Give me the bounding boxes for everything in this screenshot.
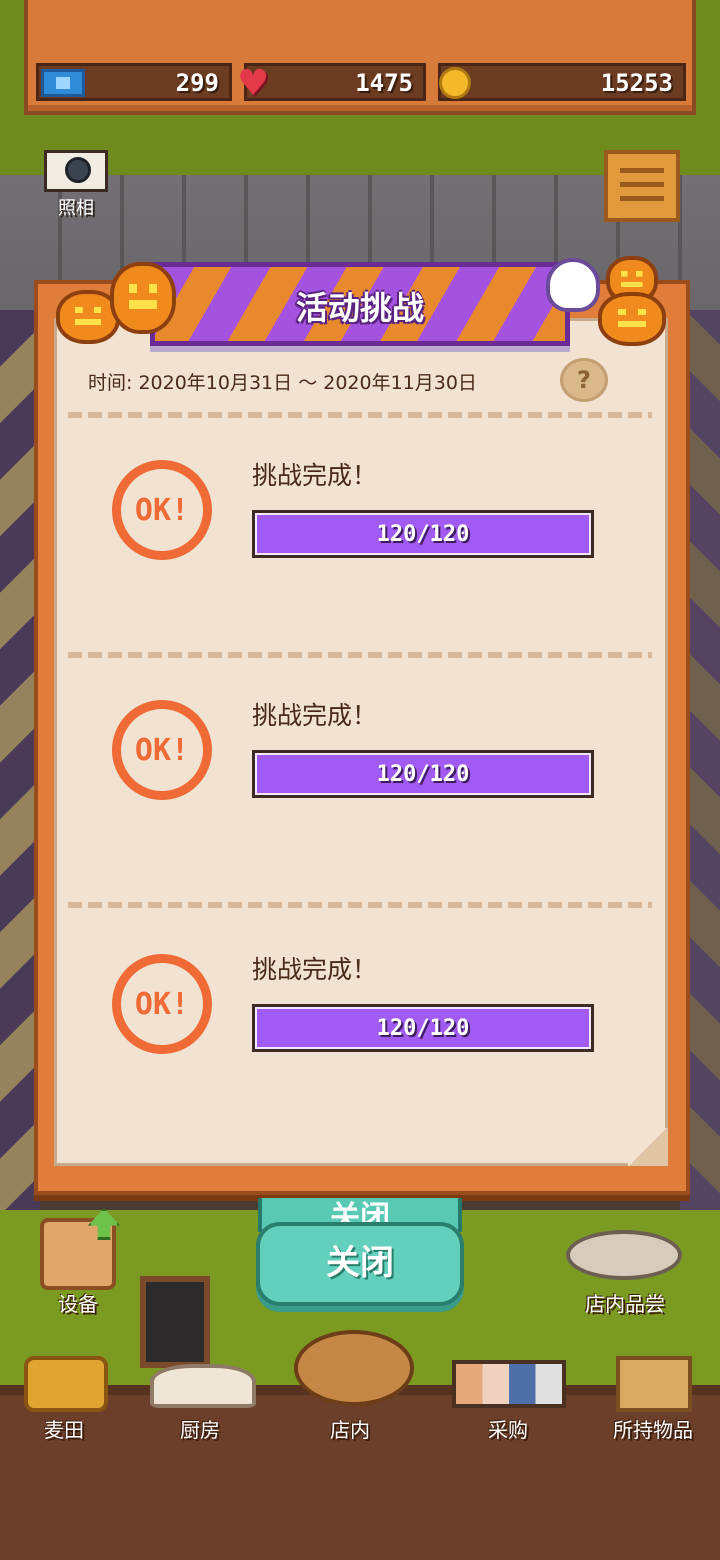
- ok-stamp-icon: OK!: [112, 700, 212, 800]
- inventory-button[interactable]: [616, 1356, 692, 1412]
- coin-counter[interactable]: 15253: [438, 63, 686, 101]
- inventory-label: 所持物品: [613, 1418, 693, 1442]
- close-button[interactable]: 关闭: [256, 1222, 464, 1306]
- coin-icon: [439, 67, 471, 99]
- event-date-range: 时间: 2020年10月31日 ～ 2020年11月30日: [88, 372, 477, 394]
- purchase-label: 采购: [488, 1418, 528, 1442]
- menu-blackboard[interactable]: [140, 1276, 210, 1368]
- store-label: 店内: [330, 1418, 370, 1442]
- heart-counter[interactable]: ♥ 1475: [237, 63, 426, 104]
- divider: [68, 652, 652, 658]
- challenge-status: 挑战完成！: [252, 461, 378, 490]
- kitchen-button[interactable]: [150, 1364, 256, 1408]
- divider: [68, 902, 652, 908]
- dialog-title-banner: 活动挑战: [150, 262, 570, 346]
- newspaper-icon: [620, 168, 664, 173]
- challenge-status: 挑战完成！: [252, 955, 378, 984]
- challenge-progress-bar: 120/120: [252, 510, 594, 558]
- divider: [68, 412, 652, 418]
- camera-lens: [65, 157, 91, 183]
- newspaper-line: [620, 196, 664, 201]
- equipment-label-wrap: 设备: [30, 1288, 126, 1318]
- ticket-icon: [41, 69, 85, 97]
- kitchen-label-wrap: 厨房: [150, 1414, 250, 1444]
- challenge-item: OK! 挑战完成！ 120/120: [100, 700, 600, 820]
- purchase-label-wrap: 采购: [458, 1414, 558, 1444]
- help-icon[interactable]: ?: [560, 358, 608, 402]
- tasting-button[interactable]: [566, 1230, 682, 1280]
- pumpkin-decoration: [110, 262, 176, 334]
- camera-button[interactable]: 照相: [42, 148, 110, 220]
- wheat-field-label-wrap: 麦田: [14, 1414, 114, 1444]
- challenge-item: OK! 挑战完成！ 120/120: [100, 954, 600, 1074]
- challenge-progress-fill: 120/120: [255, 1007, 591, 1049]
- camera-label: 照相: [58, 198, 94, 219]
- challenge-status: 挑战完成！: [252, 701, 378, 730]
- purchase-button[interactable]: [452, 1360, 566, 1408]
- dirt-ground: [0, 1385, 720, 1560]
- kitchen-label: 厨房: [180, 1418, 220, 1442]
- dialog-title: 活动挑战: [295, 289, 424, 327]
- equipment-label: 设备: [58, 1292, 98, 1316]
- tasting-label: 店内品尝: [585, 1292, 665, 1316]
- pumpkin-decoration: [598, 292, 666, 346]
- challenge-progress-bar: 120/120: [252, 1004, 594, 1052]
- paper-fold-corner: [628, 1128, 668, 1166]
- challenge-progress-fill: 120/120: [255, 753, 591, 795]
- heart-icon: ♥: [237, 63, 270, 104]
- ticket-count: 299: [175, 69, 219, 97]
- challenge-item: OK! 挑战完成！ 120/120: [100, 460, 600, 580]
- wheat-field-label: 麦田: [44, 1418, 84, 1442]
- store-button[interactable]: [294, 1330, 414, 1406]
- coin-count: 15253: [600, 69, 673, 97]
- newspaper-button[interactable]: [604, 150, 680, 222]
- heart-count: 1475: [355, 69, 413, 97]
- wheat-field-button[interactable]: [24, 1356, 108, 1412]
- ghost-decoration: [546, 258, 600, 312]
- inventory-label-wrap: 所持物品: [596, 1414, 710, 1444]
- tasting-label-wrap: 店内品尝: [560, 1288, 690, 1318]
- challenge-progress-fill: 120/120: [255, 513, 591, 555]
- newspaper-line: [620, 182, 664, 187]
- challenge-progress-bar: 120/120: [252, 750, 594, 798]
- ok-stamp-icon: OK!: [112, 954, 212, 1054]
- ticket-counter[interactable]: 299: [36, 63, 232, 101]
- ok-stamp-icon: OK!: [112, 460, 212, 560]
- store-label-wrap: 店内: [300, 1414, 400, 1444]
- camera-icon: [44, 150, 108, 192]
